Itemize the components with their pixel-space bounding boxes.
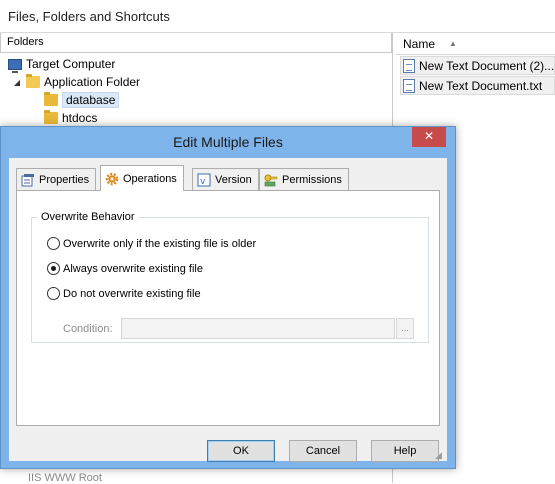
tab-label: Operations	[123, 172, 177, 185]
version-icon: v	[197, 173, 211, 187]
properties-icon	[21, 173, 34, 186]
text-file-icon	[403, 58, 415, 73]
resize-grip-icon[interactable]: ◢	[435, 450, 445, 460]
close-button[interactable]: ✕	[412, 127, 446, 147]
computer-icon	[8, 58, 22, 73]
svg-text:v: v	[200, 177, 206, 187]
file-name: New Text Document (2)...	[419, 58, 555, 73]
condition-label: Condition:	[63, 323, 113, 335]
ok-button[interactable]: OK	[207, 440, 275, 462]
tab-operations[interactable]: Operations	[100, 165, 184, 191]
folder-icon	[44, 92, 58, 106]
overwrite-behavior-group: Overwrite Behavior Overwrite only if the…	[31, 211, 429, 343]
tree-item-label: database	[62, 92, 120, 108]
group-label: Overwrite Behavior	[41, 211, 135, 223]
option-label: Always overwrite existing file	[63, 262, 203, 275]
key-icon	[264, 174, 278, 186]
app-header: Files, Folders and Shortcuts	[0, 0, 555, 33]
help-button[interactable]: Help	[371, 440, 439, 462]
sort-ascending-icon: ▲	[449, 39, 457, 48]
dialog-title: Edit Multiple Files	[173, 134, 283, 150]
option-overwrite-if-older[interactable]: Overwrite only if the existing file is o…	[47, 237, 256, 250]
file-row[interactable]: New Text Document (2)...	[400, 56, 555, 75]
tree-item-target-computer[interactable]: Target Computer	[8, 55, 115, 73]
file-row[interactable]: New Text Document.txt	[400, 76, 555, 95]
name-column-header[interactable]: Name ▲	[396, 33, 555, 55]
tree-item-label: htdocs	[62, 111, 98, 125]
radio-button-checked[interactable]	[47, 262, 60, 275]
operations-tab-panel: Overwrite Behavior Overwrite only if the…	[16, 190, 440, 426]
folder-icon	[44, 110, 58, 124]
tree-item-label: Application Folder	[44, 75, 141, 89]
expand-arrow-icon[interactable]: ◢	[12, 78, 22, 87]
tab-label: Properties	[39, 173, 90, 186]
tab-label: Version	[215, 173, 252, 186]
tab-properties[interactable]: Properties	[16, 168, 97, 190]
radio-button[interactable]	[47, 287, 60, 300]
dialog-body: Properties Operations v Version Permissi…	[9, 158, 447, 462]
tree-item-partial: IIS WWW Root	[28, 472, 102, 484]
tab-label: Permissions	[282, 173, 342, 186]
condition-browse-button: ...	[396, 318, 414, 339]
folder-icon	[26, 74, 40, 88]
condition-field	[121, 318, 395, 339]
option-always-overwrite[interactable]: Always overwrite existing file	[47, 262, 203, 275]
gear-icon	[105, 172, 119, 185]
option-label: Overwrite only if the existing file is o…	[63, 237, 257, 250]
file-name: New Text Document.txt	[419, 78, 543, 93]
tree-item-label: Target Computer	[26, 57, 116, 71]
text-file-icon	[403, 78, 415, 93]
tab-permissions[interactable]: Permissions	[259, 168, 349, 190]
tab-version[interactable]: v Version	[192, 168, 259, 190]
radio-button[interactable]	[47, 237, 60, 250]
folders-header: Folders	[0, 33, 392, 53]
edit-multiple-files-dialog: Edit Multiple Files ✕ Properties Operati…	[0, 126, 456, 469]
app-title: Files, Folders and Shortcuts	[8, 9, 170, 24]
tree-item-database[interactable]: database	[44, 91, 120, 109]
cancel-button[interactable]: Cancel	[289, 440, 357, 462]
option-do-not-overwrite[interactable]: Do not overwrite existing file	[47, 287, 201, 300]
name-column-label: Name	[403, 36, 436, 51]
tree-item-application-folder[interactable]: ◢ Application Folder	[12, 73, 140, 91]
option-label: Do not overwrite existing file	[63, 287, 201, 300]
tree-item-htdocs[interactable]: htdocs	[44, 109, 97, 127]
